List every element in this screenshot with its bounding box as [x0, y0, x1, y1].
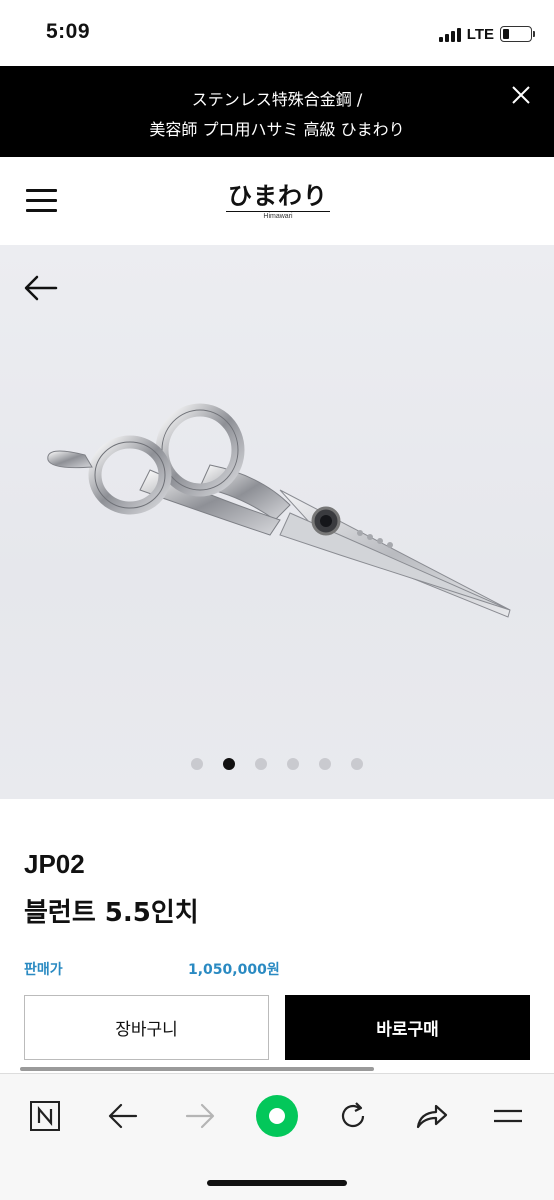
site-header: ひまわり Himawari: [0, 157, 554, 245]
logo-text: ひまわり: [226, 181, 330, 212]
network-type: LTE: [466, 25, 494, 43]
logo[interactable]: ひまわり Himawari: [226, 183, 330, 221]
battery-level: [503, 29, 509, 39]
scroll-indicator: [20, 1067, 374, 1071]
status-bar: 5:09 LTE: [0, 0, 554, 66]
product-info: JP02 블런트 5.5인치 판매가 1,050,000원 장바구니 바로구매: [0, 799, 554, 1069]
price-label: 판매가: [24, 962, 63, 978]
scissors-image: [47, 403, 511, 618]
promo-banner: ステンレス特殊合金鋼 / 美容師 プロ用ハサミ 高級 ひまわり: [0, 66, 554, 157]
naver-n-icon[interactable]: [23, 1094, 67, 1138]
menu-lines-icon[interactable]: [486, 1094, 530, 1138]
carousel-dot[interactable]: [319, 758, 331, 770]
forward-arrow-icon[interactable]: [178, 1094, 222, 1138]
back-arrow-icon[interactable]: [101, 1094, 145, 1138]
share-icon[interactable]: [409, 1094, 453, 1138]
promo-text-line1: ステンレス特殊合金鋼 /: [191, 90, 363, 109]
product-name: 블런트 5.5인치: [24, 898, 199, 928]
arrow-left-icon[interactable]: [24, 275, 58, 301]
hamburger-menu-icon[interactable]: [26, 189, 58, 213]
carousel-dot[interactable]: [191, 758, 203, 770]
product-code: JP02: [24, 849, 85, 879]
home-indicator: [207, 1180, 347, 1186]
promo-text-line2: 美容師 プロ用ハサミ 高級 ひまわり: [149, 120, 405, 139]
logo-subtext: Himawari: [263, 213, 293, 220]
buy-now-button[interactable]: 바로구매: [285, 995, 530, 1060]
carousel-dots: [0, 758, 554, 770]
home-circle-icon[interactable]: [255, 1094, 299, 1138]
add-to-cart-button[interactable]: 장바구니: [24, 995, 269, 1060]
close-icon[interactable]: [510, 84, 532, 106]
status-indicators: LTE: [438, 24, 535, 44]
status-time: 5:09: [46, 20, 91, 43]
product-image-gallery[interactable]: [0, 245, 554, 799]
browser-toolbar: [0, 1073, 554, 1200]
carousel-dot-active[interactable]: [223, 758, 235, 770]
carousel-dot[interactable]: [255, 758, 267, 770]
signal-icon: [438, 27, 461, 42]
carousel-dot[interactable]: [351, 758, 363, 770]
price-value: 1,050,000원: [188, 962, 280, 978]
battery-icon: [500, 26, 535, 42]
refresh-icon[interactable]: [331, 1094, 375, 1138]
carousel-dot[interactable]: [287, 758, 299, 770]
